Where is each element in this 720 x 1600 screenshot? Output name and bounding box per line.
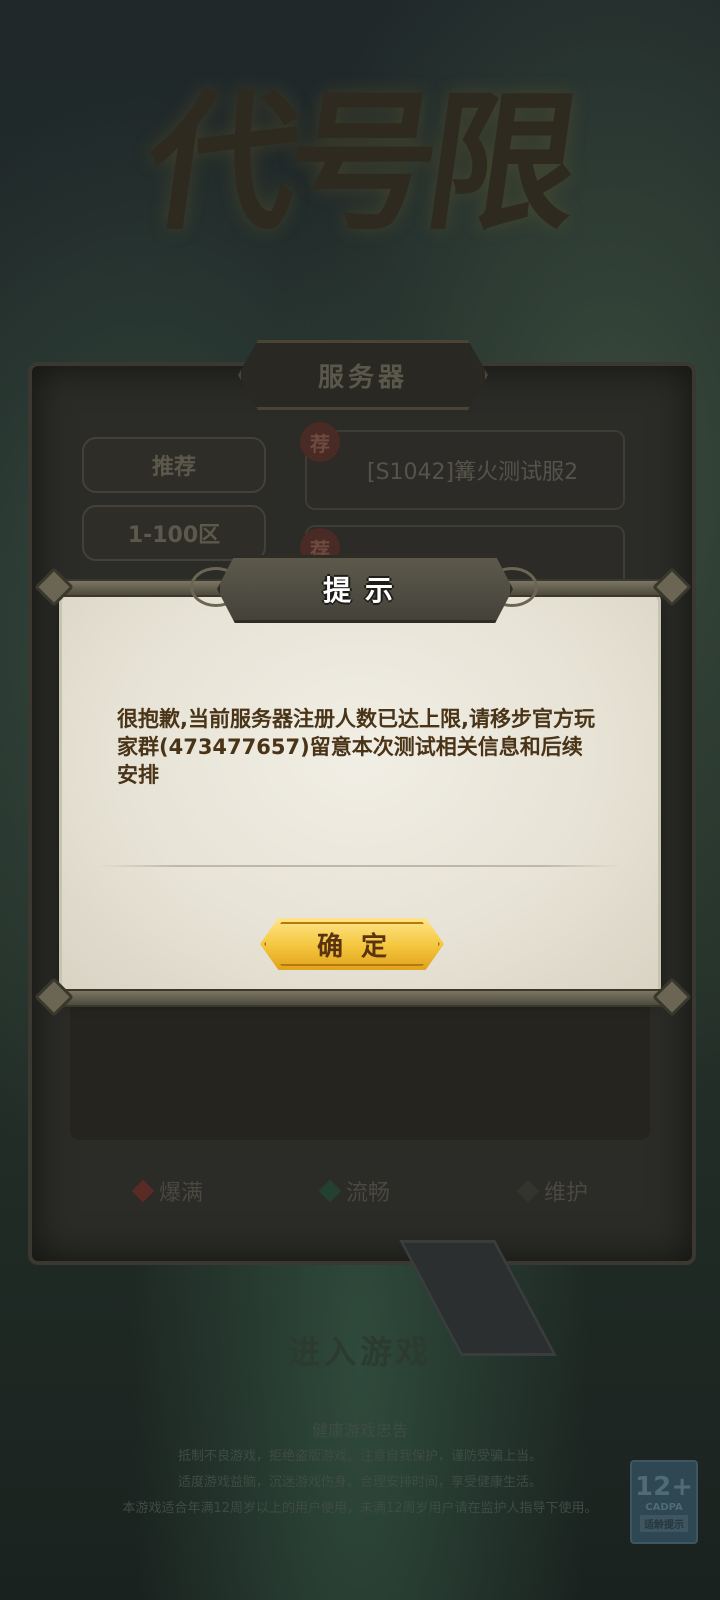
dialog-divider bbox=[97, 865, 623, 867]
recommended-badge: 荐 bbox=[300, 422, 340, 462]
health-notice-title: 健康游戏忠告 bbox=[311, 1421, 408, 1440]
tab-1-100[interactable]: 1-100区 bbox=[82, 505, 266, 561]
health-notice-line: 适度游戏益脑，沉迷游戏伤身。合理安排时间，享受健康生活。 bbox=[177, 1475, 542, 1490]
confirm-button[interactable]: 确定 bbox=[260, 918, 444, 970]
server-name: [S1042]篝火测试服2 bbox=[367, 460, 579, 485]
legend-maintenance: 维护 bbox=[516, 1175, 589, 1207]
game-logo: 代号限 bbox=[135, 74, 581, 251]
dialog-bottom-rod bbox=[50, 989, 674, 1007]
age-rating-tip: 适龄提示 bbox=[640, 1515, 688, 1532]
server-item[interactable]: [S1042]篝火测试服2 bbox=[305, 430, 625, 510]
dialog-title: 提示 bbox=[322, 574, 407, 607]
legend-full: 爆满 bbox=[131, 1175, 204, 1207]
health-notice-line: 本游戏适合年满12周岁以上的用户使用，未满12周岁用户请在监护人指导下使用。 bbox=[122, 1501, 598, 1516]
confirm-button-label: 确定 bbox=[316, 931, 405, 962]
server-list-area bbox=[70, 1000, 650, 1140]
dialog-title-plate: 提示 bbox=[217, 555, 513, 623]
status-maintenance-icon bbox=[516, 1179, 540, 1203]
age-rating-value: 12+ bbox=[635, 1472, 693, 1502]
health-notice: 健康游戏忠告 抵制不良游戏，拒绝盗版游戏。注意自我保护，谨防受骗上当。 适度游戏… bbox=[0, 1418, 720, 1522]
health-notice-line: 抵制不良游戏，拒绝盗版游戏。注意自我保护，谨防受骗上当。 bbox=[177, 1449, 542, 1464]
legend-label: 爆满 bbox=[159, 1181, 204, 1206]
notice-dialog: 提示 很抱歉,当前服务器注册人数已达上限,请移步官方玩家群(473477657)… bbox=[34, 555, 692, 1017]
status-smooth-icon bbox=[318, 1179, 342, 1203]
server-panel-title: 服务器 bbox=[238, 340, 488, 410]
enter-game-button[interactable]: 进入游戏 bbox=[230, 1320, 490, 1380]
tab-recommended[interactable]: 推荐 bbox=[82, 437, 266, 493]
legend-label: 维护 bbox=[544, 1181, 589, 1206]
age-rating-badge: 12+ CADPA 适龄提示 bbox=[630, 1460, 698, 1544]
legend-label: 流畅 bbox=[346, 1181, 391, 1206]
legend-smooth: 流畅 bbox=[318, 1175, 391, 1207]
age-rating-org: CADPA bbox=[645, 1502, 683, 1513]
dialog-message: 很抱歉,当前服务器注册人数已达上限,请移步官方玩家群(473477657)留意本… bbox=[117, 707, 595, 787]
status-full-icon bbox=[131, 1179, 155, 1203]
